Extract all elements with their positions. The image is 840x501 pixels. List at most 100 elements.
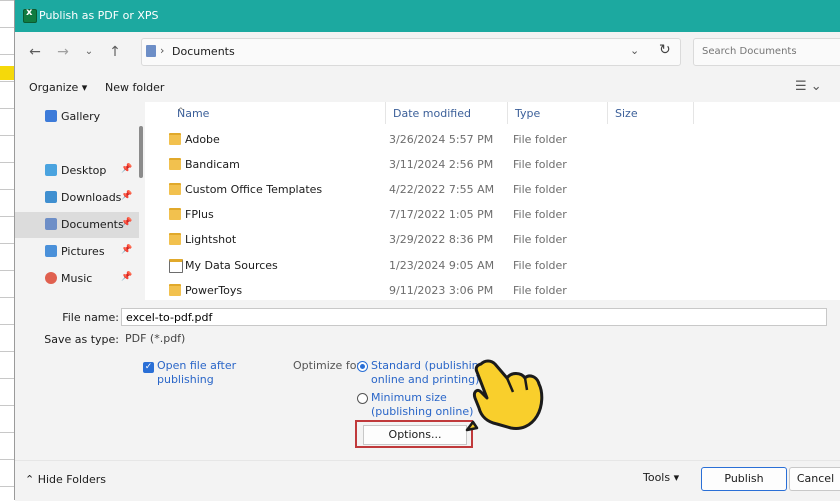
file-date: 1/23/2024 9:05 AM (389, 259, 495, 272)
sidebar-scrollbar[interactable] (139, 126, 143, 178)
sidebar-item-documents[interactable]: Documents 📌 (15, 212, 139, 238)
new-folder-button[interactable]: New folder (105, 81, 164, 94)
file-type: File folder (513, 259, 567, 272)
folder-icon (169, 233, 181, 245)
address-bar[interactable]: › Documents ⌄ ↻ (141, 38, 681, 66)
address-history-chevron-down-icon[interactable]: ⌄ (630, 44, 639, 57)
table-row[interactable]: Lightshot 3/29/2022 8:36 PM File folder (145, 227, 685, 252)
tools-dropdown-icon: ▾ (670, 471, 680, 484)
sidebar-item-label: Downloads (61, 191, 122, 204)
table-row[interactable]: FPlus 7/17/2022 1:05 PM File folder (145, 202, 685, 227)
open-after-publish-label[interactable]: Open file after publishing (157, 359, 236, 387)
file-type: File folder (513, 158, 567, 171)
column-header-size[interactable]: Size (607, 102, 694, 124)
pictures-icon (45, 245, 57, 257)
column-header-label: Date modified (393, 107, 471, 120)
file-list: Name ^ Date modified Type Size Adobe 3/2… (145, 102, 840, 300)
search-input[interactable] (700, 45, 834, 58)
open-after-publish-checkbox[interactable]: ✓ (143, 362, 154, 373)
minimum-line1: Minimum size (371, 391, 447, 404)
file-type: File folder (513, 284, 567, 297)
folder-icon (169, 208, 181, 220)
sidebar-item-label: Gallery (61, 110, 101, 123)
file-date: 4/22/2022 7:55 AM (389, 183, 495, 196)
file-name-field[interactable] (121, 308, 827, 326)
forward-arrow-icon[interactable]: → (53, 42, 73, 62)
tools-menu-button[interactable]: Tools ▾ (643, 471, 679, 484)
file-name-label: File name: (62, 311, 119, 324)
standard-radio[interactable] (357, 361, 368, 372)
folder-icon (169, 158, 181, 170)
folder-icon (169, 284, 181, 296)
folder-icon (169, 183, 181, 195)
sidebar-item-music[interactable]: Music 📌 (15, 266, 139, 292)
open-after-line2: publishing (157, 373, 214, 386)
pin-icon: 📌 (121, 245, 133, 255)
sidebar-item-label: Desktop (61, 164, 107, 177)
view-options-icon[interactable]: ☰ ⌄ (795, 79, 822, 94)
file-date: 7/17/2022 1:05 PM (389, 208, 494, 221)
refresh-icon[interactable]: ↻ (659, 42, 671, 58)
documents-location-icon (146, 45, 156, 57)
file-type: File folder (513, 233, 567, 246)
breadcrumb-separator-icon: › (160, 44, 165, 57)
pointing-hand-icon (465, 359, 544, 432)
file-name: PowerToys (185, 284, 243, 297)
save-as-type-select[interactable]: PDF (*.pdf) (121, 330, 827, 348)
column-header-date[interactable]: Date modified (385, 102, 508, 124)
file-type: File folder (513, 133, 567, 146)
command-bar: Organize ▾ New folder ☰ ⌄ (15, 72, 840, 102)
pin-icon: 📌 (121, 218, 133, 228)
file-date: 9/11/2023 3:06 PM (389, 284, 494, 297)
document-icon (45, 218, 57, 230)
table-row[interactable]: Adobe 3/26/2024 5:57 PM File folder (145, 127, 685, 152)
hide-folders-button[interactable]: ⌃ Hide Folders (25, 473, 106, 486)
publish-button[interactable]: Publish (701, 467, 787, 491)
options-button-highlight: Options... (355, 420, 473, 448)
column-header-type[interactable]: Type (507, 102, 608, 124)
file-name: Custom Office Templates (185, 183, 323, 196)
sidebar-item-label: Documents (61, 218, 124, 231)
sort-ascending-icon: ^ (177, 107, 185, 117)
optimize-for-label: Optimize for: (293, 359, 365, 372)
table-row[interactable]: Bandicam 3/11/2024 2:56 PM File folder (145, 152, 685, 177)
up-arrow-icon[interactable]: ↑ (105, 42, 125, 62)
table-row[interactable]: Custom Office Templates 4/22/2022 7:55 A… (145, 177, 685, 202)
pin-icon: 📌 (121, 164, 133, 174)
download-icon (45, 191, 57, 203)
tools-label: Tools (643, 471, 671, 484)
dialog-footer: ⌃ Hide Folders Tools ▾ Publish Cancel (15, 460, 840, 501)
table-row[interactable]: My Data Sources 1/23/2024 9:05 AM File f… (145, 253, 685, 278)
cancel-button[interactable]: Cancel (789, 467, 840, 491)
sidebar-item-downloads[interactable]: Downloads 📌 (15, 185, 139, 211)
sidebar-item-pictures[interactable]: Pictures 📌 (15, 239, 139, 265)
minimum-size-radio[interactable] (357, 393, 368, 404)
sidebar-item-label: Music (61, 272, 93, 285)
organize-menu-button[interactable]: Organize ▾ (29, 81, 87, 94)
gallery-icon (45, 110, 57, 122)
hide-folders-label: Hide Folders (37, 473, 107, 486)
save-as-type-value: PDF (*.pdf) (125, 332, 186, 345)
file-type: File folder (513, 208, 567, 221)
column-header-label: Size (615, 107, 638, 120)
selected-cell-marker (0, 66, 14, 80)
column-header-label: Type (515, 107, 541, 120)
navigation-pane: Gallery Desktop 📌 Downloads 📌 Documents … (15, 102, 139, 300)
pin-icon: 📌 (121, 272, 133, 282)
search-box[interactable] (693, 38, 840, 66)
music-icon (45, 272, 57, 284)
folder-icon (169, 133, 181, 145)
minimum-line2: (publishing online) (371, 405, 474, 418)
chevron-up-icon: ⌃ (25, 473, 38, 486)
file-name: My Data Sources (185, 259, 278, 272)
sidebar-item-gallery[interactable]: Gallery (15, 104, 139, 130)
recent-locations-chevron-down-icon[interactable]: ⌄ (79, 42, 99, 62)
options-button[interactable]: Options... (363, 425, 467, 445)
sidebar-item-desktop[interactable]: Desktop 📌 (15, 158, 139, 184)
breadcrumb-documents[interactable]: Documents (172, 45, 235, 58)
sidebar-item-label: Pictures (61, 245, 105, 258)
back-arrow-icon[interactable]: ← (25, 42, 45, 62)
column-header-name[interactable]: Name ^ (169, 102, 386, 124)
title-bar: Publish as PDF or XPS (15, 0, 840, 32)
minimum-size-radio-label[interactable]: Minimum size (publishing online) (371, 391, 473, 419)
